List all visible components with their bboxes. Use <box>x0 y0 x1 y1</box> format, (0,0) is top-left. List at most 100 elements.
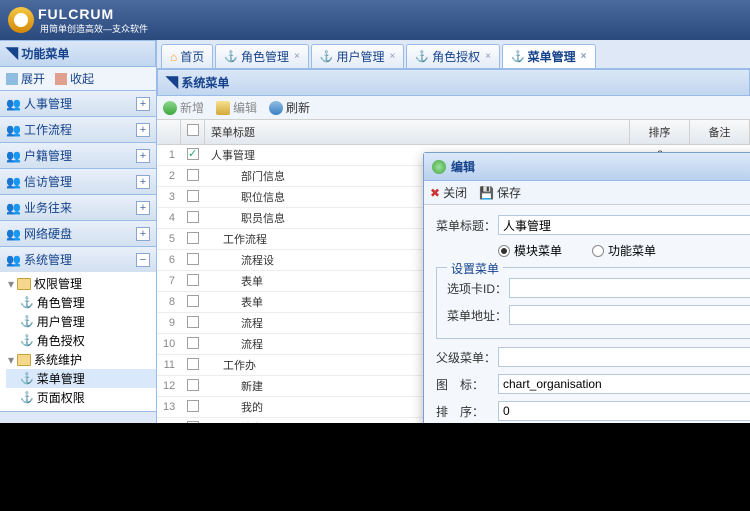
group-icon: 👥 <box>6 227 20 241</box>
accordion-header-5[interactable]: 👥网络硬盘+ <box>0 221 156 246</box>
expand-icon <box>6 73 18 85</box>
tree-leaf[interactable]: ⚓角色授权 <box>6 331 156 350</box>
sort-input[interactable] <box>498 401 750 421</box>
accordion-header-0[interactable]: 👥人事管理+ <box>0 91 156 116</box>
accordion-header-1[interactable]: 👥工作流程+ <box>0 117 156 142</box>
accordion-header-6[interactable]: 👥系统管理− <box>0 247 156 272</box>
group-icon: 👥 <box>6 123 20 137</box>
toggle-icon: + <box>136 227 150 241</box>
tree-folder[interactable]: ▾权限管理 <box>6 274 156 293</box>
tree-folder[interactable]: ▾系统维护 <box>6 350 156 369</box>
row-num: 3 <box>157 191 181 203</box>
close-icon: ✖ <box>430 186 440 200</box>
tab-close-icon[interactable]: × <box>581 51 587 62</box>
menu-url-input[interactable] <box>509 305 750 325</box>
anchor-icon: ⚓ <box>20 372 34 385</box>
col-remark[interactable]: 备注 <box>690 120 750 144</box>
tree-leaf[interactable]: ⚓角色管理 <box>6 293 156 312</box>
tab-4[interactable]: ⚓菜单管理× <box>502 44 596 68</box>
group-icon: 👥 <box>6 175 20 189</box>
icon-input[interactable] <box>498 374 750 394</box>
edit-button[interactable]: 编辑 <box>216 99 257 116</box>
row-num: 9 <box>157 317 181 329</box>
row-checkbox[interactable] <box>187 274 199 286</box>
add-button[interactable]: 新增 <box>163 99 204 116</box>
tree-leaf[interactable]: ⚓页面权限 <box>6 388 156 407</box>
row-checkbox[interactable] <box>187 316 199 328</box>
panel-title: ◥ 系统菜单 <box>157 69 750 96</box>
dialog-title: 编辑 <box>451 158 475 175</box>
tab-2[interactable]: ⚓用户管理× <box>311 44 405 68</box>
tree-leaf[interactable]: ⚓用户管理 <box>6 312 156 331</box>
parent-label: 父级菜单： <box>436 349 498 366</box>
tab-id-label: 选项卡ID： <box>447 280 509 297</box>
app-header: FULCRUM 用简单创造高效—支众软件 <box>0 0 750 40</box>
refresh-icon <box>269 101 283 115</box>
col-title[interactable]: 菜单标题 <box>205 120 630 144</box>
row-checkbox[interactable] <box>187 232 199 244</box>
tab-id-input[interactable] <box>509 278 750 298</box>
row-num: 7 <box>157 275 181 287</box>
anchor-icon: ⚓ <box>511 50 525 63</box>
parent-menu-input[interactable] <box>498 347 750 367</box>
row-checkbox[interactable] <box>187 148 199 160</box>
row-num: 13 <box>157 401 181 413</box>
collapse-icon <box>55 73 67 85</box>
row-num: 1 <box>157 149 181 161</box>
anchor-icon: ⚓ <box>20 315 34 328</box>
dialog-close-action[interactable]: ✖ 关闭 <box>430 184 467 201</box>
dialog-icon <box>432 160 446 174</box>
row-checkbox[interactable] <box>187 169 199 181</box>
anchor-icon: ⚓ <box>20 296 34 309</box>
dialog-save-action[interactable]: 💾 保存 <box>479 184 521 201</box>
tab-3[interactable]: ⚓角色授权× <box>406 44 500 68</box>
save-icon: 💾 <box>479 186 494 200</box>
row-checkbox[interactable] <box>187 253 199 265</box>
group-icon: 👥 <box>6 97 20 111</box>
radio-module[interactable]: 模块菜单 <box>498 242 562 259</box>
row-checkbox[interactable] <box>187 400 199 412</box>
radio-function[interactable]: 功能菜单 <box>592 242 656 259</box>
tab-0[interactable]: ⌂首页 <box>161 44 213 68</box>
menu-title-input[interactable] <box>498 215 750 235</box>
fieldset-legend: 设置菜单 <box>447 260 503 277</box>
brand-name: FULCRUM <box>38 6 148 22</box>
row-num: 11 <box>157 359 181 371</box>
row-checkbox[interactable] <box>187 358 199 370</box>
accordion-header-2[interactable]: 👥户籍管理+ <box>0 143 156 168</box>
refresh-button[interactable]: 刷新 <box>269 99 310 116</box>
sidebar-title: ◥ 功能菜单 <box>0 40 156 67</box>
tab-bar: ⌂首页⚓角色管理×⚓用户管理×⚓角色授权×⚓菜单管理× <box>157 40 750 69</box>
accordion-header-4[interactable]: 👥业务往来+ <box>0 195 156 220</box>
group-icon: 👥 <box>6 149 20 163</box>
sort-label: 排 序： <box>436 403 498 420</box>
row-checkbox[interactable] <box>187 211 199 223</box>
folder-icon <box>17 278 31 290</box>
row-checkbox[interactable] <box>187 190 199 202</box>
row-checkbox[interactable] <box>187 379 199 391</box>
tab-close-icon[interactable]: × <box>294 51 300 62</box>
collapse-all-button[interactable]: 收起 <box>55 70 94 87</box>
toggle-icon: + <box>136 97 150 111</box>
folder-icon <box>17 354 31 366</box>
edit-dialog: 编辑 □ × ✖ 关闭 💾 保存 菜单标题： <box>423 152 750 423</box>
select-all-checkbox[interactable] <box>187 124 199 136</box>
tab-close-icon[interactable]: × <box>390 51 396 62</box>
row-num: 4 <box>157 212 181 224</box>
tree-leaf[interactable]: ⚓菜单管理 <box>6 369 156 388</box>
menu-url-label: 菜单地址： <box>447 307 509 324</box>
toggle-icon: + <box>136 149 150 163</box>
anchor-icon: ⚓ <box>20 334 34 347</box>
col-sort[interactable]: 排序 <box>630 120 690 144</box>
expand-all-button[interactable]: 展开 <box>6 70 45 87</box>
tab-close-icon[interactable]: × <box>485 51 491 62</box>
anchor-icon: ⚓ <box>415 50 429 63</box>
row-num: 8 <box>157 296 181 308</box>
tab-1[interactable]: ⚓角色管理× <box>215 44 309 68</box>
row-checkbox[interactable] <box>187 337 199 349</box>
row-checkbox[interactable] <box>187 295 199 307</box>
row-num: 6 <box>157 254 181 266</box>
row-checkbox[interactable] <box>187 421 199 424</box>
dialog-titlebar[interactable]: 编辑 □ × <box>424 153 750 181</box>
accordion-header-3[interactable]: 👥信访管理+ <box>0 169 156 194</box>
